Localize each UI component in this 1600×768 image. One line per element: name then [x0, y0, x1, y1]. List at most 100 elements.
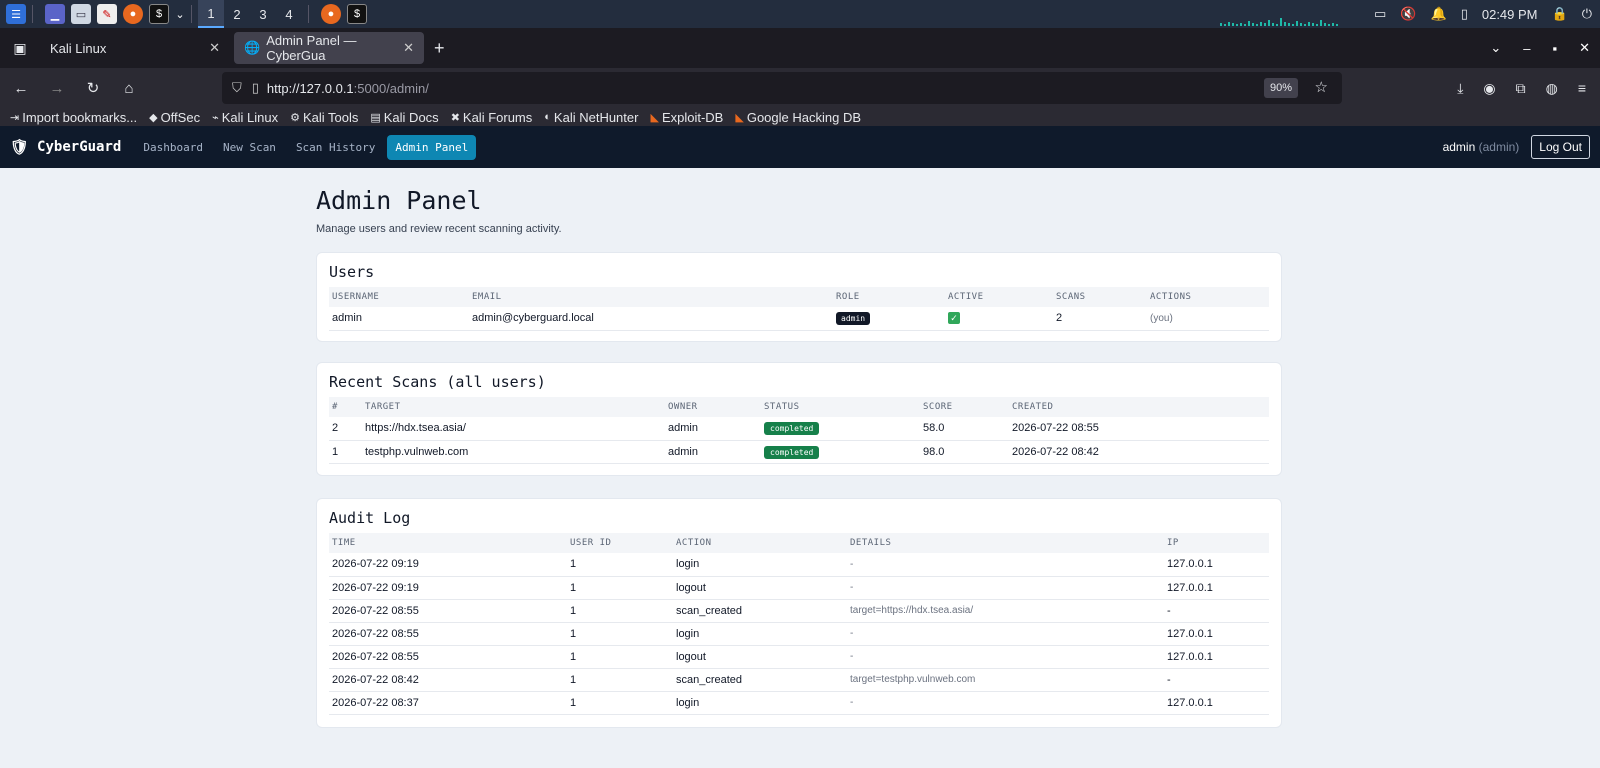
extensions-icon[interactable]: ⧉	[1516, 80, 1526, 97]
chevron-down-icon[interactable]: ⌄	[175, 4, 185, 24]
tab-kali-linux[interactable]: Kali Linux ✕	[40, 32, 230, 64]
display-icon[interactable]: ▭	[1374, 6, 1386, 22]
audit-time: 2026-07-22 08:55	[329, 599, 567, 623]
col-details: DETAILS	[847, 533, 1164, 553]
workspace-4[interactable]: 4	[276, 0, 302, 28]
bookmark-kali-linux[interactable]: ⌁ Kali Linux	[212, 110, 278, 125]
col-username: USERNAME	[329, 287, 469, 307]
scans-table: # TARGET OWNER STATUS SCORE CREATED 2 ht…	[329, 397, 1269, 464]
taskbar-separator	[32, 5, 33, 23]
scans-heading: Recent Scans (all users)	[329, 373, 546, 391]
scan-target[interactable]: testphp.vulnweb.com	[362, 440, 665, 464]
extension-fox-icon[interactable]: ◍	[1546, 80, 1558, 97]
close-window-button[interactable]: ✕	[1579, 40, 1590, 56]
audit-time: 2026-07-22 08:55	[329, 645, 567, 669]
table-row[interactable]: 1 testphp.vulnweb.com admin completed 98…	[329, 440, 1269, 464]
menu-icon[interactable]: ≡	[1578, 80, 1586, 96]
audit-heading: Audit Log	[329, 509, 411, 527]
clock[interactable]: 02:49 PM	[1482, 7, 1538, 22]
nav-dashboard[interactable]: Dashboard	[135, 135, 211, 160]
table-row[interactable]: 2 https://hdx.tsea.asia/ admin completed…	[329, 417, 1269, 441]
reload-button[interactable]: ↻	[78, 73, 108, 103]
battery-icon[interactable]: ▯	[1461, 6, 1468, 22]
col-target: TARGET	[362, 397, 665, 417]
scan-target[interactable]: https://hdx.tsea.asia/	[362, 417, 665, 441]
scan-owner: admin	[665, 417, 761, 441]
bookmark-label: Google Hacking DB	[746, 109, 861, 125]
close-icon[interactable]: ✕	[209, 40, 220, 56]
workspace-2[interactable]: 2	[224, 0, 250, 28]
account-icon[interactable]: ◉	[1483, 80, 1495, 97]
recent-scans-card: Recent Scans (all users) # TARGET OWNER …	[316, 362, 1282, 476]
workspace-1[interactable]: 1	[198, 0, 224, 28]
nav-admin-panel[interactable]: Admin Panel	[387, 134, 477, 160]
table-row: 2026-07-22 09:19 1 logout - 127.0.0.1	[329, 576, 1269, 600]
firefox-icon[interactable]: ●	[123, 4, 143, 24]
audit-ip: 127.0.0.1	[1164, 645, 1269, 669]
bookmark-kali-tools[interactable]: ⚙ Kali Tools	[290, 110, 358, 125]
col-id: #	[329, 397, 362, 417]
download-icon[interactable]: ⤓	[1457, 80, 1463, 97]
home-button[interactable]: ⌂	[114, 73, 144, 103]
tab-overview-icon[interactable]: ▣	[4, 32, 36, 64]
col-ip: IP	[1164, 533, 1269, 553]
mute-icon[interactable]: 🔇	[1400, 6, 1416, 22]
scan-created: 2026-07-22 08:42	[1009, 440, 1269, 464]
taskbar-separator	[308, 5, 309, 23]
bookmark-label: Kali NetHunter	[553, 109, 639, 125]
kali-tools-icon: ⚙	[290, 111, 300, 124]
zoom-level[interactable]: 90%	[1263, 78, 1298, 98]
close-icon[interactable]: ✕	[403, 40, 414, 56]
audit-details: -	[847, 645, 1164, 669]
table-row: admin admin@cyberguard.local admin ✓ 2 (…	[329, 307, 1269, 331]
audit-action: login	[673, 553, 847, 577]
user-box: admin (admin) Log Out	[1443, 126, 1590, 168]
kali-docs-icon: ▤	[370, 111, 381, 124]
user-role-cell: admin	[833, 307, 945, 331]
terminal-icon[interactable]: $	[149, 4, 169, 24]
bell-icon[interactable]: 🔔	[1431, 6, 1447, 22]
back-button[interactable]: ←	[6, 73, 36, 103]
shield-logo-icon: 🛡	[10, 138, 30, 156]
bookmark-kali-docs[interactable]: ▤ Kali Docs	[370, 110, 438, 125]
power-icon[interactable]: ⏻	[1582, 6, 1592, 22]
workspace-3[interactable]: 3	[250, 0, 276, 28]
terminal-window-icon[interactable]: $	[347, 4, 367, 24]
text-editor-icon[interactable]: ✎	[97, 4, 117, 24]
ghdb-icon: ◣	[735, 111, 744, 124]
nav-scan-history[interactable]: Scan History	[288, 135, 383, 160]
firefox-window-icon[interactable]: ●	[321, 4, 341, 24]
scan-id: 1	[329, 440, 362, 464]
file-manager-icon[interactable]: ▭	[71, 4, 91, 24]
bookmark-kali-forums[interactable]: ✖ Kali Forums	[451, 110, 533, 125]
table-row: 2026-07-22 08:55 1 scan_created target=h…	[329, 599, 1269, 623]
forward-button[interactable]: →	[42, 73, 72, 103]
window-controls: ⌄ – ▪ ✕	[1490, 28, 1590, 68]
col-owner: OWNER	[665, 397, 761, 417]
logout-button[interactable]: Log Out	[1531, 135, 1590, 159]
url-bar[interactable]: ⛉ ▯ http://127.0.0.1:5000/admin/ 90% ☆	[222, 72, 1342, 104]
tab-admin-panel[interactable]: 🌐 Admin Panel — CyberGua ✕	[234, 32, 424, 64]
url-host: http://127.0.0.1	[266, 80, 354, 96]
maximize-button[interactable]: ▪	[1552, 41, 1557, 56]
current-username: admin	[1442, 140, 1476, 154]
main-nav: Dashboard New Scan Scan History Admin Pa…	[135, 134, 477, 160]
desktop-icon[interactable]: ▁	[45, 4, 65, 24]
new-tab-button[interactable]: +	[434, 38, 445, 59]
kali-menu-icon[interactable]: ☰	[6, 4, 26, 24]
bookmark-exploit-db[interactable]: ◣ Exploit-DB	[650, 110, 723, 125]
tab-list-chevron-icon[interactable]: ⌄	[1490, 40, 1501, 56]
nav-new-scan[interactable]: New Scan	[215, 135, 284, 160]
brand[interactable]: 🛡 CyberGuard	[10, 138, 121, 156]
bookmark-google-hacking-db[interactable]: ◣ Google Hacking DB	[735, 110, 861, 125]
bookmark-offsec[interactable]: ◆ OffSec	[149, 110, 200, 125]
minimize-button[interactable]: –	[1523, 41, 1530, 56]
audit-time: 2026-07-22 08:42	[329, 668, 567, 692]
bookmark-kali-nethunter[interactable]: ◐ Kali NetHunter	[544, 110, 638, 125]
audit-time: 2026-07-22 09:19	[329, 576, 567, 600]
users-card: Users USERNAME EMAIL ROLE ACTIVE SCANS A…	[316, 252, 1282, 342]
shield-icon[interactable]: ⛉	[232, 80, 242, 96]
bookmark-import[interactable]: ⇥ Import bookmarks...	[10, 110, 137, 125]
bookmark-star-icon[interactable]: ☆	[1315, 78, 1328, 96]
lock-icon[interactable]: 🔒	[1552, 6, 1568, 22]
